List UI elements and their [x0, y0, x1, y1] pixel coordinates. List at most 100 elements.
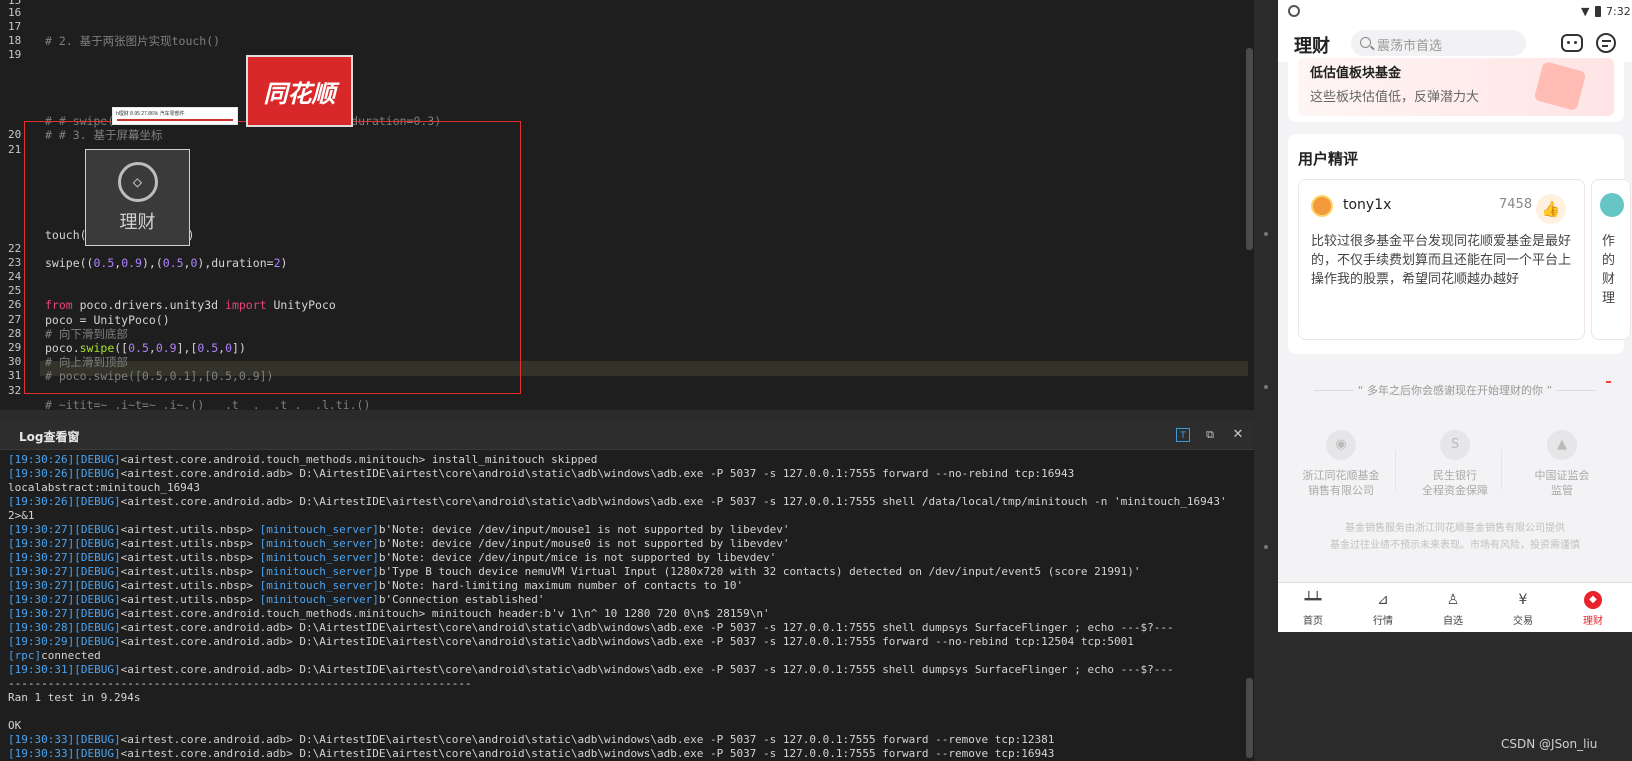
reviews-title: 用户精评 [1298, 150, 1359, 168]
code-line[interactable]: # 2. 基于两张图片实现touch() [45, 34, 220, 48]
log-line: [19:30:27][DEBUG]<airtest.utils.nbsp> [m… [8, 523, 1248, 537]
partner-label: 中国证监会 监管 [1534, 469, 1590, 497]
log-timestamp: [19:30:26] [8, 495, 75, 508]
log-source: <airtest.core.android.adb> [120, 733, 293, 746]
log-line: [19:30:27][DEBUG]<airtest.utils.nbsp> [m… [8, 579, 1248, 593]
device-screen[interactable]: ▼ 7:32 理财 震荡市首选 低估值板块基金 这些板块估值低，反弹潜力大 用户… [1278, 0, 1632, 761]
log-line: [19:30:26][DEBUG]<airtest.core.android.t… [8, 453, 1248, 467]
log-line: Ran 1 test in 9.294s [8, 691, 1248, 705]
log-source: <airtest.core.android.adb> [120, 467, 293, 480]
log-line: [19:30:27][DEBUG]<airtest.utils.nbsp> [m… [8, 565, 1248, 579]
log-level: [DEBUG] [74, 467, 121, 480]
partner-csrc: ▲ 中国证监会 监管 [1507, 430, 1617, 498]
log-source: <airtest.utils.nbsp> [120, 523, 254, 536]
log-timestamp: [19:30:27] [8, 523, 75, 536]
log-timestamp: [19:30:26] [8, 467, 75, 480]
log-level: [DEBUG] [74, 635, 121, 648]
licai-icon: ◆ [1584, 591, 1602, 609]
thumb-strip-text: h理财 8.95 27.86% 汽车零部件 [116, 111, 185, 117]
log-line: [19:30:28][DEBUG]<airtest.core.android.a… [8, 621, 1248, 635]
tab-label: 交易 [1513, 616, 1533, 627]
close-icon[interactable]: ✕ [1231, 428, 1245, 442]
review-item[interactable]: 作的财理 [1591, 179, 1631, 340]
log-source: <airtest.utils.nbsp> [120, 579, 254, 592]
log-message: OK [8, 719, 22, 732]
image-thumbnail-licai[interactable]: ◇ 理财 [85, 149, 190, 246]
log-message: b'Connection established' [378, 593, 545, 606]
log-level: [DEBUG] [74, 607, 121, 620]
tab-market[interactable]: ⊿ 行情 [1348, 591, 1418, 627]
tab-trade[interactable]: ¥ 交易 [1488, 591, 1558, 627]
diamond-icon: ◇ [117, 161, 158, 202]
line-number: 18 [8, 34, 22, 47]
partner-label: 民生银行 全程资金保障 [1422, 469, 1488, 497]
tab-home[interactable]: ┷┷ 首页 [1278, 591, 1348, 627]
tab-licai[interactable]: ◆ 理财 [1558, 591, 1628, 627]
log-line: [19:30:29][DEBUG]<airtest.core.android.a… [8, 635, 1248, 649]
log-line: [19:30:26][DEBUG]<airtest.core.android.a… [8, 467, 1248, 481]
log-line: 2>&1 [8, 509, 1248, 523]
tab-label: 行情 [1373, 616, 1393, 627]
log-source: <airtest.core.android.adb> [120, 747, 293, 760]
log-timestamp: [19:30:26] [8, 453, 75, 466]
log-timestamp: [19:30:33] [8, 733, 75, 746]
notification-icon [1288, 5, 1300, 17]
line-number: 27 [8, 313, 22, 326]
log-level: [DEBUG] [74, 551, 121, 564]
image-thumbnail-strip[interactable]: h理财 8.95 27.86% 汽车零部件 [112, 107, 238, 125]
log-scrollbar[interactable] [1246, 678, 1253, 758]
log-module: [minitouch_server] [253, 593, 379, 606]
search-input[interactable]: 震荡市首选 [1377, 35, 1442, 54]
log-message: D:\AirtestIDE\airtest\core\android\stati… [292, 621, 1174, 634]
fund-card-title: 低估值板块基金 [1310, 66, 1402, 81]
user-icon: ♙ [1446, 592, 1460, 608]
avatar [1311, 195, 1333, 217]
thumbs-up-icon[interactable]: 👍 [1536, 194, 1566, 224]
log-timestamp: [19:30:27] [8, 579, 75, 592]
review-item[interactable]: tony1x 7458 👍 比较过很多基金平台发现同花顺爱基金是最好的，不仅手续… [1298, 179, 1585, 340]
bank-icon: S [1440, 430, 1470, 460]
log-message: localabstract:minitouch_16943 [8, 481, 201, 494]
line-number: 17 [8, 20, 22, 33]
log-timestamp: [19:30:31] [8, 663, 75, 676]
thumb-strip-bar [117, 119, 233, 121]
log-message: b'Type B touch device nemuVM Virtual Inp… [378, 565, 1141, 578]
fund-card-body: 低估值板块基金 这些板块估值低，反弹潜力大 [1298, 58, 1614, 116]
editor-scrollbar[interactable] [1246, 48, 1253, 250]
log-module: [minitouch_server] [253, 579, 379, 592]
yuan-icon: ¥ [1518, 592, 1528, 608]
ths-icon: ◉ [1326, 430, 1356, 460]
log-source: <airtest.core.android.adb> [120, 495, 293, 508]
log-message: D:\AirtestIDE\airtest\core\android\stati… [292, 495, 1227, 508]
log-message: D:\AirtestIDE\airtest\core\android\stati… [292, 733, 1055, 746]
log-message: D:\AirtestIDE\airtest\core\android\stati… [292, 467, 1075, 480]
log-line: [19:30:27][DEBUG]<airtest.utils.nbsp> [m… [8, 593, 1248, 607]
search-bar[interactable]: 震荡市首选 [1351, 30, 1526, 56]
log-level: [DEBUG] [74, 621, 121, 634]
reviews-card: 用户精评 tony1x 7458 👍 比较过很多基金平台发现同花顺爱基金是最好的… [1288, 134, 1631, 354]
line-number: 20 [8, 128, 22, 141]
log-timestamp: [19:30:27] [8, 607, 75, 620]
log-timestamp: [19:30:27] [8, 593, 75, 606]
tab-watchlist[interactable]: ♙ 自选 [1418, 591, 1488, 627]
image-thumbnail-logo[interactable]: 同花顺 [246, 55, 353, 127]
robot-icon[interactable] [1561, 34, 1583, 52]
restore-icon[interactable]: ⧉ [1203, 428, 1217, 442]
log-source: <airtest.utils.nbsp> [120, 593, 254, 606]
log-source: <airtest.core.android.adb> [120, 663, 293, 676]
log-message: 2>&1 [8, 509, 35, 522]
message-icon[interactable] [1596, 33, 1616, 53]
log-message: ----------------------------------------… [8, 677, 472, 690]
log-timestamp: [19:30:27] [8, 565, 75, 578]
code-editor[interactable]: 15 16 17 18 19 20 21 22 23 24 25 26 27 2… [0, 0, 1254, 410]
log-timestamp: [19:30:33] [8, 747, 75, 760]
log-message: b'Note: device /dev/input/mice is not su… [378, 551, 777, 564]
fund-card[interactable]: 低估值板块基金 这些板块估值低，反弹潜力大 [1288, 58, 1624, 122]
line-number: 19 [8, 48, 22, 61]
log-message: b'Note: hard-limiting maximum number of … [378, 579, 744, 592]
filter-icon[interactable]: T [1176, 428, 1190, 442]
line-number: 16 [8, 6, 22, 19]
splitter[interactable] [1254, 0, 1278, 761]
log-body[interactable]: [19:30:26][DEBUG]<airtest.core.android.t… [8, 453, 1248, 761]
code-line[interactable]: # ~itit=~ .i~t=~ .i~.() .t . .t . .l.ti.… [45, 398, 370, 410]
